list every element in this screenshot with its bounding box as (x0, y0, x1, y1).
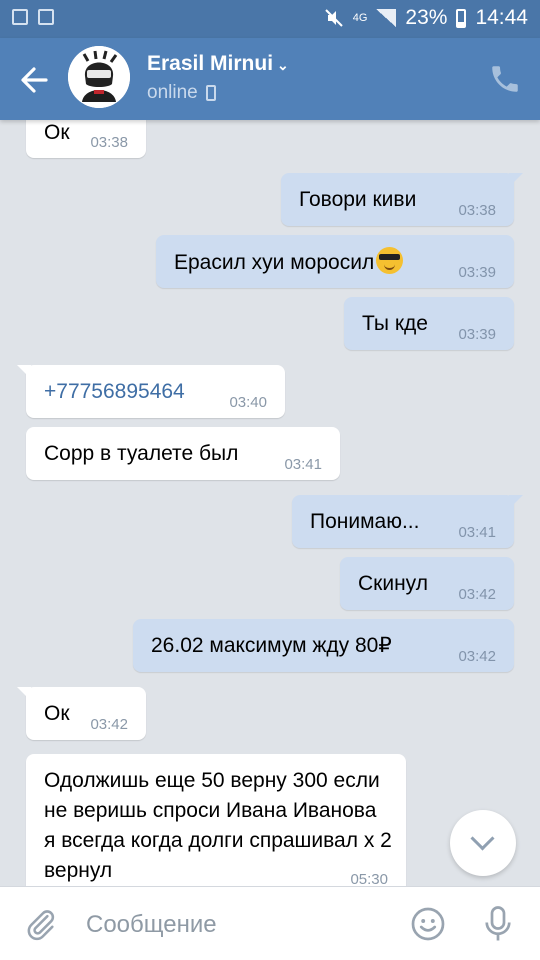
emoji-icon[interactable] (410, 906, 446, 942)
battery-icon (456, 8, 467, 28)
bubble-tail (17, 365, 31, 379)
message-bubble-outgoing[interactable]: 26.02 максимум жду 80₽ 03:42 (133, 619, 514, 672)
bubble-tail (509, 173, 523, 187)
chat-header: Erasil Mirnui ⌄ online (0, 38, 540, 120)
message-time: 03:38 (458, 202, 496, 219)
message-composer (0, 886, 540, 960)
message-bubble-outgoing[interactable]: Ерасил хуи моросил 03:39 (156, 235, 514, 288)
message-bubble-incoming[interactable]: Сорр в туалете был 03:41 (26, 427, 340, 480)
message-time: 03:42 (90, 716, 128, 733)
status-right-icons: 4G 23% 14:44 (324, 6, 528, 30)
message-text: Одолжишь еще 50 верну 300 если не веришь… (44, 769, 392, 882)
bubble-tail (17, 687, 31, 701)
message-bubble-outgoing[interactable]: Скинул 03:42 (340, 557, 514, 610)
message-time: 03:39 (458, 264, 496, 281)
message-bubble-incoming[interactable]: +77756895464 03:40 (17, 365, 285, 418)
message-text: 26.02 максимум жду 80₽ (151, 634, 392, 657)
mute-icon (325, 9, 343, 27)
message-bubble-incoming[interactable]: Одолжишь еще 50 верну 300 если не веришь… (26, 754, 406, 886)
contact-name-label: Erasil Mirnui (147, 52, 274, 75)
scroll-down-button[interactable] (450, 810, 516, 876)
phone-number-link[interactable]: +77756895464 (44, 380, 185, 403)
message-list[interactable]: Ок 03:38 Говори киви 03:38 Ерасил хуи мо… (0, 120, 540, 886)
paperclip-icon[interactable] (24, 907, 58, 941)
message-text: Говори киви (299, 188, 417, 211)
message-time: 03:39 (458, 326, 496, 343)
message-text: Ок (44, 702, 70, 725)
contact-status: online (147, 82, 216, 104)
message-text: Скинул (358, 572, 428, 595)
message-time: 05:30 (350, 871, 388, 887)
avatar[interactable] (68, 46, 130, 108)
bubble-tail (509, 495, 523, 509)
message-input[interactable] (86, 909, 386, 941)
chevron-down-icon: ⌄ (277, 57, 289, 73)
status-left-icons (12, 9, 54, 25)
status-bar: 4G 23% 14:44 (0, 0, 540, 38)
message-time: 03:41 (458, 524, 496, 541)
message-time: 03:42 (458, 586, 496, 603)
message-time: 03:38 (90, 134, 128, 151)
message-text: Сорр в туалете был (44, 442, 239, 465)
message-bubble-outgoing[interactable]: Понимаю... 03:41 (292, 495, 523, 548)
message-time: 03:40 (229, 394, 267, 411)
message-text: Понимаю... (310, 510, 420, 533)
message-bubble-outgoing[interactable]: Говори киви 03:38 (281, 173, 523, 226)
contact-name[interactable]: Erasil Mirnui ⌄ (147, 52, 289, 76)
message-text: Ты кде (362, 312, 428, 335)
phone-icon[interactable] (488, 62, 522, 96)
network-label: 4G (352, 11, 368, 24)
signal-icon (376, 9, 397, 27)
message-time: 03:42 (458, 648, 496, 665)
mobile-icon (205, 85, 216, 101)
sunglasses-emoji-icon (376, 247, 404, 274)
message-text: Ерасил хуи моросил (174, 251, 375, 274)
microphone-icon[interactable] (480, 904, 516, 944)
message-bubble-outgoing[interactable]: Ты кде 03:39 (344, 297, 514, 350)
contact-status-label: online (147, 82, 198, 103)
message-bubble-incoming[interactable]: Ок 03:38 (26, 120, 146, 158)
message-bubble-incoming[interactable]: Ок 03:42 (17, 687, 146, 740)
battery-percent: 23% (405, 6, 448, 29)
message-text: Ок (44, 121, 70, 144)
arrow-left-icon[interactable] (14, 60, 54, 100)
recycle-icon (38, 9, 54, 25)
clock: 14:44 (475, 6, 528, 29)
image-icon (12, 9, 28, 25)
message-time: 03:41 (284, 456, 322, 473)
